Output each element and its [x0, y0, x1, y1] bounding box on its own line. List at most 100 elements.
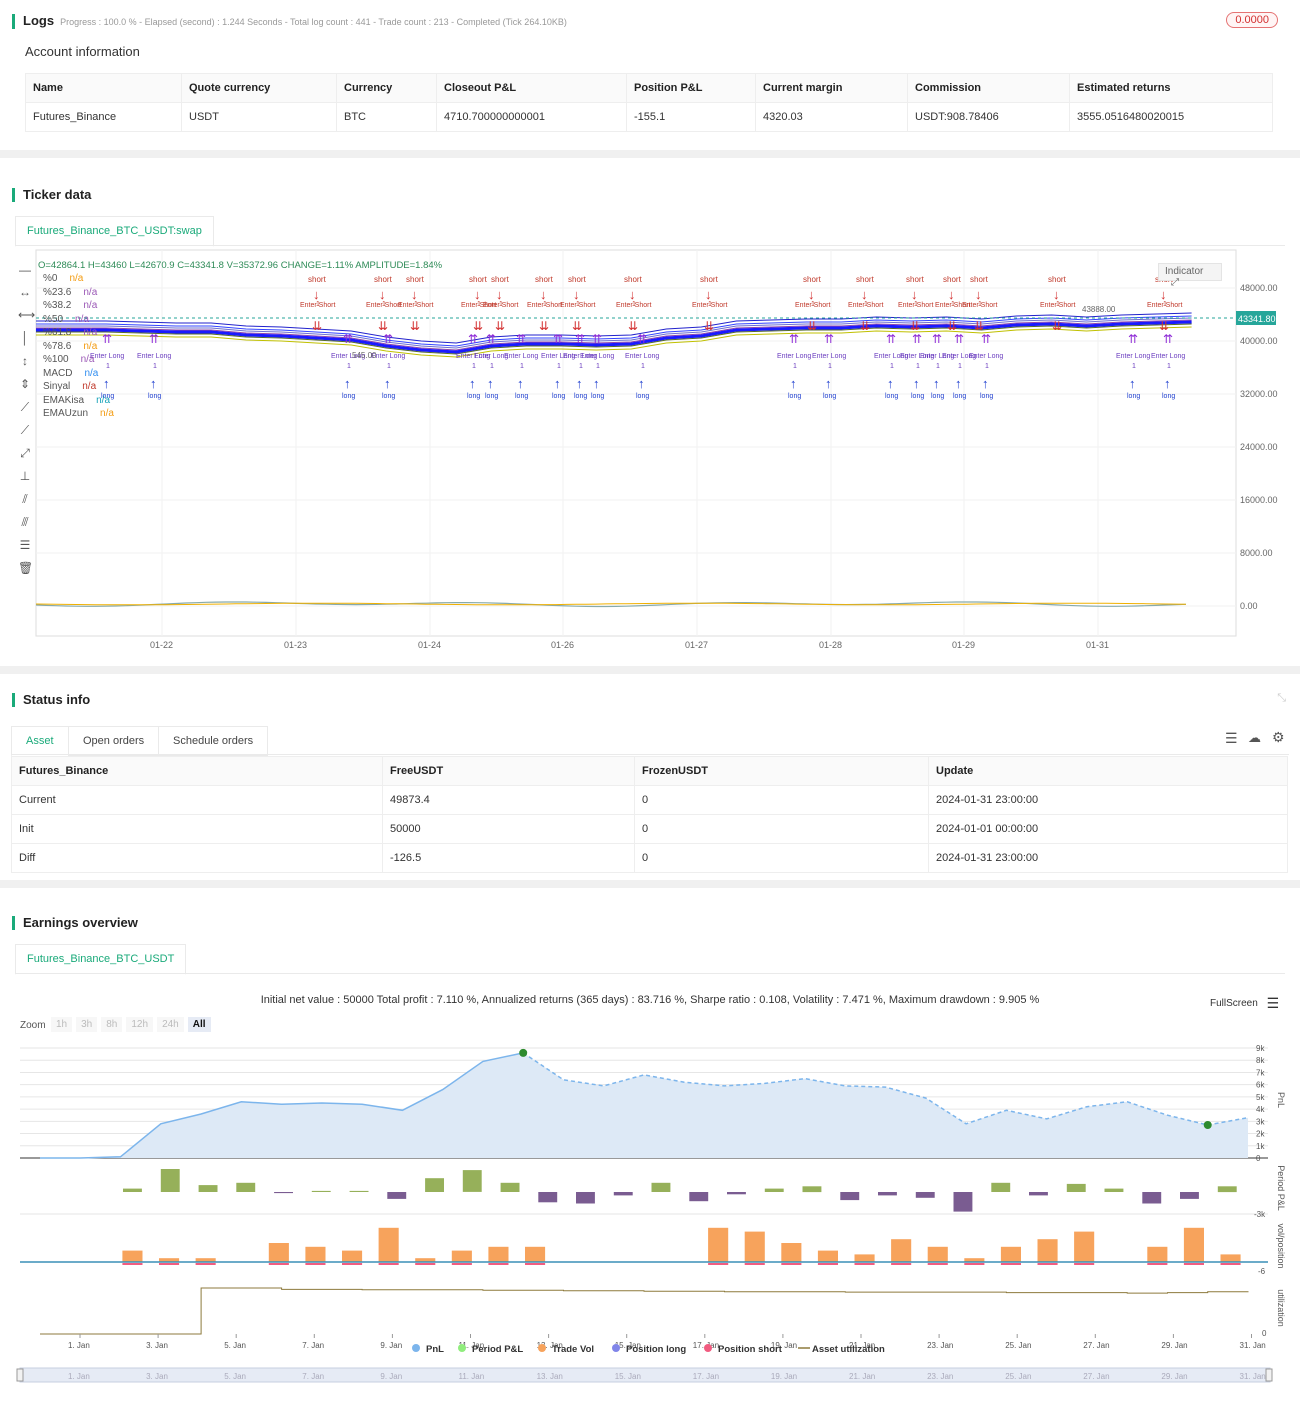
legend-item[interactable]: Sinyal n/a — [43, 380, 114, 394]
tab-schedule-orders[interactable]: Schedule orders — [158, 726, 269, 756]
cloud-download-icon[interactable]: ☁ — [1248, 730, 1261, 746]
position-short-bar — [1147, 1263, 1168, 1265]
list-icon[interactable]: ☰ — [1225, 730, 1238, 747]
tab-asset[interactable]: Asset — [11, 726, 69, 757]
close-arrow-icon: ⇈ — [1128, 332, 1138, 346]
position-short-bar — [415, 1263, 436, 1265]
earnings-chart: 9k 8k 7k 6k 5k 4k 3k 2k 1k 0 -3k -6 0 1. Jan 3. Jan… — [16, 1044, 1286, 1383]
enter-short-label: Enter Short — [848, 302, 883, 309]
table-row: Futures_Binance USDT BTC 4710.7000000000… — [25, 102, 1273, 132]
x-tick-label: 29. Jan — [1161, 1341, 1187, 1350]
signal-qty-label: 1 — [153, 363, 157, 370]
legend-label: %0 — [43, 273, 58, 284]
navigator-tick-label: 17. Jan — [693, 1372, 719, 1381]
short-arrow-icon: ↓ — [975, 287, 982, 302]
long-arrow-icon: ↑ — [487, 376, 494, 391]
legend-item[interactable]: EMAUzun n/a — [43, 407, 114, 421]
signal-oscillator-line — [35, 602, 1187, 606]
pnl-y-tick-label: 3k — [1256, 1117, 1265, 1126]
short-signal-label: short — [970, 275, 989, 284]
legend-item[interactable]: %100 n/a — [43, 353, 114, 367]
trade-vol-bar — [891, 1239, 912, 1262]
enter-long-label: Enter Long — [969, 353, 1003, 360]
low-price-label: 545.00 — [352, 351, 377, 360]
short-arrow-icon: ↓ — [379, 287, 386, 302]
legend-item[interactable]: MACD n/a — [43, 367, 114, 381]
navigator-tick-label: 31. Jan — [1240, 1372, 1266, 1381]
signal-qty-label: 1 — [557, 363, 561, 370]
legend-value: n/a — [83, 340, 98, 352]
legend-value: n/a — [84, 367, 99, 379]
short-signal-label: short — [535, 275, 554, 284]
legend-item[interactable]: %78.6 n/a — [43, 340, 114, 354]
indicator-button[interactable]: Indicator ⤢ — [1158, 263, 1222, 288]
long-signal-label: long — [552, 393, 565, 400]
close-arrow-icon: ⇈ — [516, 332, 526, 346]
legend-label: %23.6 — [43, 286, 72, 298]
x-tick-label: 01-28 — [819, 640, 842, 650]
tab-open-orders[interactable]: Open orders — [68, 726, 160, 756]
period-pnl-bar — [1066, 1183, 1086, 1192]
short-signal-label: short — [374, 275, 393, 284]
legend-label: Position short — [718, 1344, 783, 1355]
close-arrow-icon: ⇈ — [912, 332, 922, 346]
x-tick-label: 01-31 — [1086, 640, 1109, 650]
legend-item[interactable]: %0 n/a — [43, 272, 114, 286]
trade-vol-bar — [781, 1243, 802, 1262]
long-signal-label: long — [467, 393, 480, 400]
navigator-tick-label: 5. Jan — [224, 1372, 246, 1381]
legend-item[interactable]: %61.8 n/a — [43, 326, 114, 340]
legend-item[interactable]: %50 n/a — [43, 313, 114, 327]
short-signal-label: short — [1048, 275, 1067, 284]
y-tick-label: 0.00 — [1240, 601, 1258, 611]
enter-short-label: Enter Short — [898, 302, 933, 309]
enter-long-label: Enter Long — [580, 353, 614, 360]
signal-qty-label: 1 — [936, 363, 940, 370]
trade-vol-bar — [1074, 1231, 1095, 1262]
trade-vol-bar — [378, 1227, 399, 1262]
legend-item[interactable]: %23.6 n/a — [43, 286, 114, 300]
period-pnl-bar — [840, 1192, 860, 1201]
navigator-handle-right[interactable] — [1265, 1368, 1273, 1382]
period-pnl-bar — [953, 1192, 973, 1212]
y-tick-label: 32000.00 — [1240, 389, 1278, 399]
logs-meta: Progress : 100.0 % - Elapsed (second) : … — [60, 17, 567, 27]
axis-title: vol/position — [1276, 1223, 1286, 1268]
legend-label: %100 — [43, 354, 69, 365]
period-pnl-bar — [576, 1192, 595, 1204]
close-arrow-icon: ⇊ — [378, 319, 388, 333]
enter-short-label: Enter Short — [1040, 302, 1075, 309]
asset-utilization-line — [40, 1287, 1249, 1335]
pnl-y-tick-label: 7k — [1256, 1068, 1265, 1077]
y-tick-label: 40000.00 — [1240, 336, 1278, 346]
navigator-handle-left[interactable] — [16, 1368, 24, 1382]
enter-short-label: Enter Short — [616, 302, 651, 309]
long-arrow-icon: ↑ — [982, 376, 989, 391]
trade-vol-bar — [1220, 1254, 1241, 1262]
period-pnl-bar — [387, 1192, 407, 1199]
long-signal-label: long — [980, 393, 993, 400]
close-arrow-icon: ⇊ — [1159, 319, 1169, 333]
ticker-y-axis: 48000.00 40000.00 32000.00 24000.00 16000.00… — [1240, 283, 1278, 611]
close-arrow-icon: ⇊ — [974, 319, 984, 333]
legend-dot-icon — [704, 1344, 712, 1352]
short-signal-label: short — [308, 275, 327, 284]
axis-title: utilization — [1276, 1289, 1286, 1327]
period-pnl-bar — [274, 1192, 293, 1194]
period-pnl-bar — [651, 1182, 671, 1192]
ticker-panel: Ticker data Futures_Binance_BTC_USDT:swa… — [0, 158, 1300, 666]
legend-item[interactable]: %38.2 n/a — [43, 299, 114, 313]
trade-vol-bar — [1037, 1239, 1058, 1262]
navigator-tick-label: 25. Jan — [1005, 1372, 1031, 1381]
short-arrow-icon: ↓ — [629, 287, 636, 302]
gear-icon[interactable]: ⚙ — [1272, 729, 1285, 746]
long-signal-label: long — [823, 393, 836, 400]
period-pnl-bar — [160, 1169, 180, 1192]
collapse-icon[interactable]: ⤡ — [1277, 692, 1286, 705]
legend-item[interactable]: EMAKisa n/a — [43, 394, 114, 408]
navigator-tick-label: 29. Jan — [1161, 1372, 1187, 1381]
period-pnl-bar — [462, 1170, 482, 1192]
close-arrow-icon: ⇊ — [807, 319, 817, 333]
long-arrow-icon: ↑ — [344, 376, 351, 391]
close-arrow-icon: ⇊ — [704, 319, 714, 333]
